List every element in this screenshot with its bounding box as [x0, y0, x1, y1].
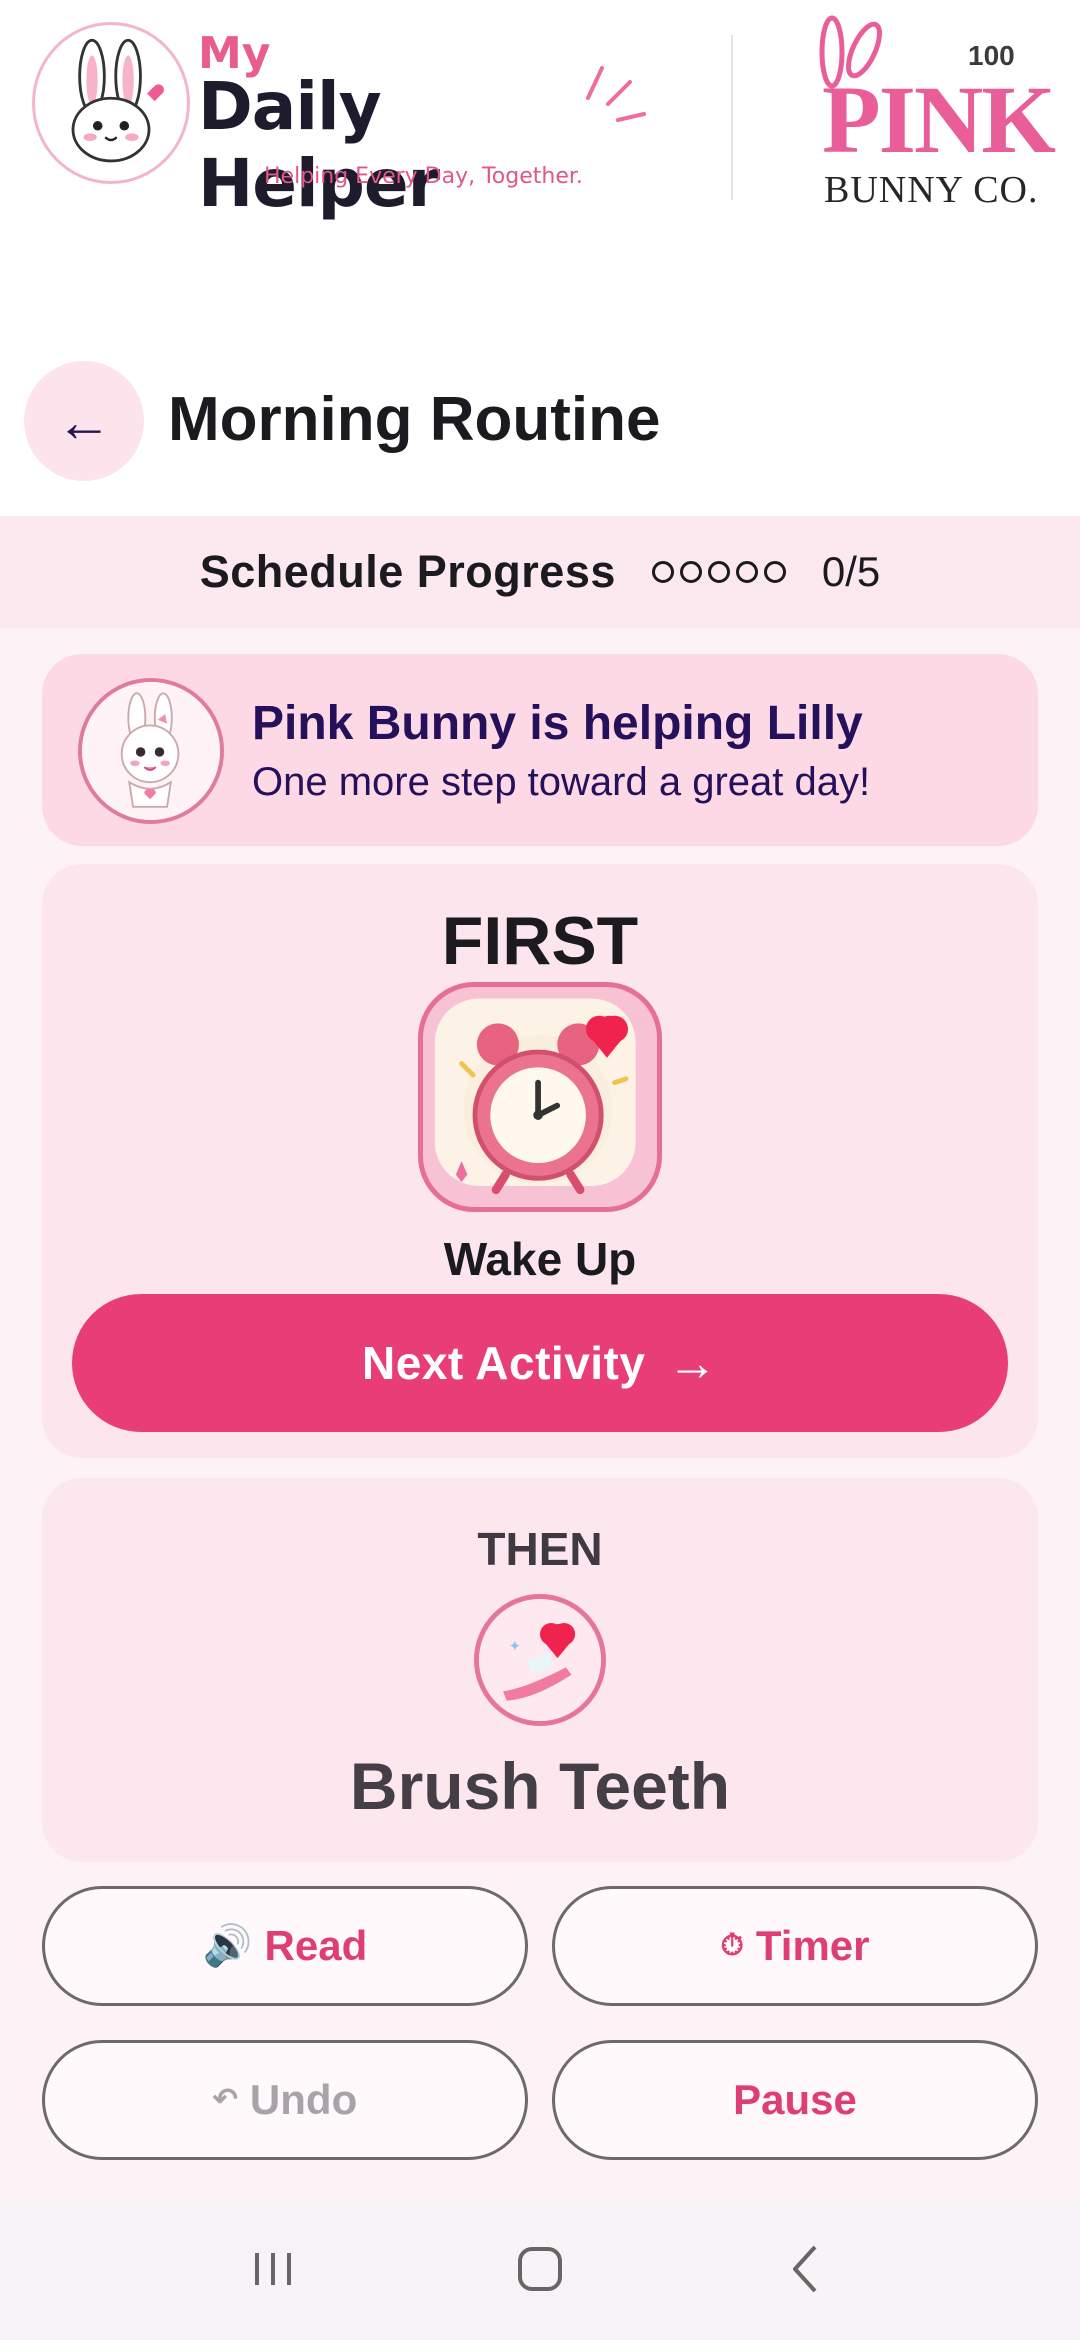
- brand-subtitle: BUNNY CO.: [824, 169, 1039, 211]
- arrow-right-icon: →: [667, 1335, 718, 1391]
- timer-label: Timer: [755, 1922, 870, 1969]
- progress-count: 0/5: [821, 548, 881, 595]
- chevron-left-icon: [792, 2245, 817, 2293]
- first-label: FIRST: [441, 903, 639, 979]
- progress-label: Schedule Progress: [199, 546, 616, 597]
- next-activity-button[interactable]: Next Activity →: [72, 1294, 1008, 1432]
- progress-dot: [735, 561, 758, 583]
- stopwatch-icon: ⏱: [720, 1929, 744, 1962]
- svg-text:✦: ✦: [509, 1639, 521, 1655]
- brand-logo: 100 PINK BUNNY CO.: [800, 10, 1060, 211]
- bunny-avatar: [78, 678, 224, 824]
- undo-label: Undo: [249, 2076, 358, 2123]
- read-button[interactable]: 🔊 Read: [42, 1886, 528, 2006]
- page-title: Morning Routine: [168, 385, 661, 454]
- recent-apps-icon: [255, 2253, 292, 2285]
- progress-dot: [651, 561, 674, 583]
- recent-apps-button[interactable]: [228, 2224, 318, 2314]
- helper-banner: Pink Bunny is helping Lilly One more ste…: [42, 654, 1038, 846]
- system-navigation-bar: [0, 2198, 1080, 2340]
- read-label: Read: [264, 1922, 368, 1969]
- then-activity-card: THEN ✦ Brush Teeth: [42, 1478, 1038, 1862]
- home-button[interactable]: [495, 2224, 585, 2314]
- then-label: THEN: [477, 1523, 603, 1575]
- schedule-progress: Schedule Progress 0/5: [0, 516, 1080, 628]
- progress-dots: [651, 561, 786, 583]
- helper-title: Pink Bunny is helping Lilly: [252, 697, 863, 750]
- logo-tagline: Helping Every Day, Together.: [264, 164, 583, 189]
- app-logo: My Daily Helper Helping Every Day, Toget…: [28, 18, 646, 222]
- logo-title: Daily Helper: [198, 68, 440, 222]
- header-divider: [731, 35, 733, 200]
- timer-button[interactable]: ⏱ Timer: [552, 1886, 1038, 2006]
- sparkle-icon: [586, 66, 646, 122]
- next-activity-label: Next Activity: [362, 1337, 646, 1389]
- first-activity-card: FIRST Wake Up Next Activity →: [42, 864, 1038, 1458]
- toothbrush-icon: ✦: [474, 1594, 606, 1726]
- speaker-icon: 🔊: [202, 1924, 253, 1968]
- brand-name: PINK: [822, 66, 1056, 173]
- home-icon: [517, 2247, 562, 2291]
- pause-button[interactable]: Pause: [552, 2040, 1038, 2160]
- app-header: My Daily Helper Helping Every Day, Toget…: [0, 0, 1080, 225]
- arrow-left-icon: ←: [56, 389, 112, 453]
- bunny-logo-icon: [32, 22, 190, 184]
- pause-label: Pause: [733, 2076, 857, 2123]
- progress-dot: [707, 561, 730, 583]
- undo-button[interactable]: ↶ Undo: [42, 2040, 528, 2160]
- progress-dot: [763, 561, 786, 583]
- helper-subtitle: One more step toward a great day!: [252, 760, 871, 804]
- alarm-clock-icon: [418, 982, 662, 1212]
- system-back-button[interactable]: [762, 2224, 852, 2314]
- back-button[interactable]: ←: [24, 361, 144, 481]
- undo-icon: ↶: [212, 2083, 238, 2116]
- progress-dot: [679, 561, 702, 583]
- first-activity-name: Wake Up: [443, 1233, 637, 1285]
- then-activity-name: Brush Teeth: [349, 1749, 731, 1823]
